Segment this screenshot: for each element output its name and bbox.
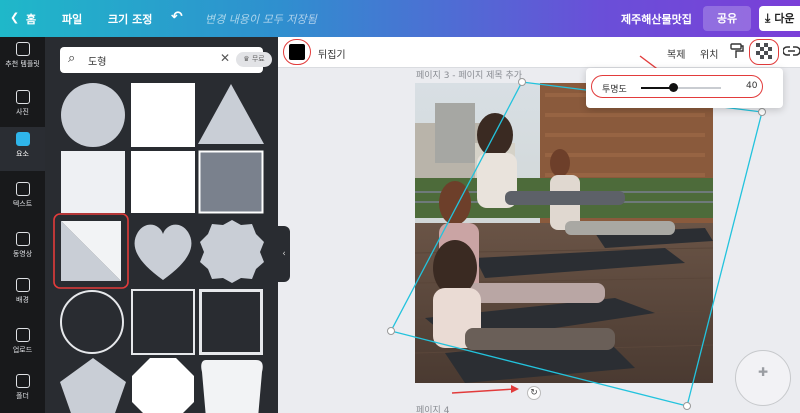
template-icon bbox=[15, 42, 30, 56]
highlight-swatch bbox=[283, 39, 311, 65]
rotate-handle-icon[interactable]: ↻ bbox=[527, 386, 541, 400]
photo-icon bbox=[15, 90, 30, 104]
nav-label: 업로드 bbox=[12, 346, 33, 354]
heart-shape[interactable] bbox=[130, 220, 196, 282]
free-filter-badge[interactable]: ♛ 무료 bbox=[236, 52, 272, 67]
folder-icon bbox=[15, 374, 30, 388]
nav-background[interactable]: 배경 bbox=[0, 273, 45, 317]
circle-outline-shape[interactable] bbox=[58, 288, 128, 356]
circle-shape[interactable] bbox=[58, 82, 130, 148]
highlight-transparency bbox=[749, 39, 779, 65]
page-3-title[interactable]: 페이지 3 - 페이지 제목 추가 bbox=[416, 68, 522, 81]
chevron-left-icon[interactable]: ❮ bbox=[10, 11, 19, 24]
nav-label: 추천 템플릿 bbox=[5, 60, 40, 68]
nav-label: 동영상 bbox=[12, 250, 33, 258]
home-button[interactable]: 홈 bbox=[26, 11, 36, 27]
nav-label: 요소 bbox=[16, 150, 29, 158]
nav-templates[interactable]: 추천 템플릿 bbox=[0, 37, 45, 81]
flip-button[interactable]: 뒤집기 bbox=[318, 46, 346, 61]
triangle-shape[interactable] bbox=[198, 82, 266, 146]
elements-icon bbox=[15, 132, 30, 146]
light-square-shape[interactable] bbox=[60, 150, 126, 214]
nav-upload[interactable]: 업로드 bbox=[0, 323, 45, 367]
upload-icon bbox=[15, 328, 30, 342]
right-triangle-shape[interactable] bbox=[52, 212, 130, 290]
file-menu[interactable]: 파일 bbox=[62, 11, 82, 27]
nav-video[interactable]: 동영상 bbox=[0, 227, 45, 271]
nav-label: 배경 bbox=[16, 296, 29, 304]
square-shape[interactable] bbox=[130, 82, 196, 148]
top-bar: ❮ 홈 파일 크기 조정 ↶ 변경 내용이 모두 저장됨 제주해산물맛집 공유 … bbox=[0, 0, 800, 37]
background-icon bbox=[15, 278, 30, 292]
yoga-photo[interactable] bbox=[415, 83, 713, 383]
resize-button[interactable]: 크기 조정 bbox=[108, 11, 152, 27]
search-input[interactable]: 도형 bbox=[88, 53, 106, 68]
rounded-tab-shape[interactable] bbox=[198, 358, 266, 413]
share-button[interactable]: 공유 bbox=[703, 6, 751, 31]
save-status: 변경 내용이 모두 저장됨 bbox=[205, 13, 317, 26]
square-outline-thick-shape[interactable] bbox=[198, 288, 264, 356]
page-4-title[interactable]: 페이지 4 bbox=[416, 403, 449, 413]
duplicate-button[interactable]: 복제 bbox=[667, 46, 685, 61]
nav-elements[interactable]: 요소 bbox=[0, 127, 45, 171]
text-icon bbox=[15, 182, 30, 196]
nav-text[interactable]: 텍스트 bbox=[0, 177, 45, 221]
link-icon[interactable] bbox=[783, 44, 800, 58]
search-icon: ⌕ bbox=[68, 51, 76, 66]
nav-photos[interactable]: 사진 bbox=[0, 85, 45, 129]
video-icon bbox=[15, 232, 30, 246]
clear-icon[interactable]: ✕ bbox=[220, 51, 230, 65]
gray-square-shape[interactable] bbox=[198, 150, 264, 214]
badge-shape[interactable] bbox=[198, 218, 266, 284]
paint-roller-icon[interactable] bbox=[729, 42, 745, 60]
watermark-logo: ✚ bbox=[735, 350, 791, 406]
nav-label: 텍스트 bbox=[12, 200, 33, 208]
context-toolbar bbox=[278, 37, 800, 68]
free-badge-label: 무료 bbox=[251, 55, 265, 63]
octagon-shape[interactable] bbox=[130, 356, 196, 413]
nav-label: 폴더 bbox=[16, 392, 29, 400]
white-square-shape[interactable] bbox=[130, 150, 196, 214]
download-button[interactable]: ⤓ 다운 bbox=[759, 6, 800, 31]
search-box[interactable]: ⌕ 도형 ✕ ♛ 무료 bbox=[60, 47, 272, 73]
nav-folder[interactable]: 폴더 bbox=[0, 369, 45, 413]
download-label: 다운 bbox=[774, 12, 795, 25]
nav-label: 사진 bbox=[16, 108, 29, 116]
left-nav: 추천 템플릿 사진 요소 텍스트 동영상 배경 업로드 폴더 bbox=[0, 37, 45, 413]
collapse-panel-button[interactable]: ‹ bbox=[278, 226, 290, 282]
document-title[interactable]: 제주해산물맛집 bbox=[621, 11, 692, 27]
square-outline-shape[interactable] bbox=[130, 288, 196, 356]
download-icon: ⤓ bbox=[765, 11, 771, 25]
pentagon-shape[interactable] bbox=[58, 356, 128, 413]
highlight-transparency-slider bbox=[591, 75, 763, 98]
position-button[interactable]: 위치 bbox=[700, 46, 718, 61]
undo-icon[interactable]: ↶ bbox=[171, 9, 183, 25]
